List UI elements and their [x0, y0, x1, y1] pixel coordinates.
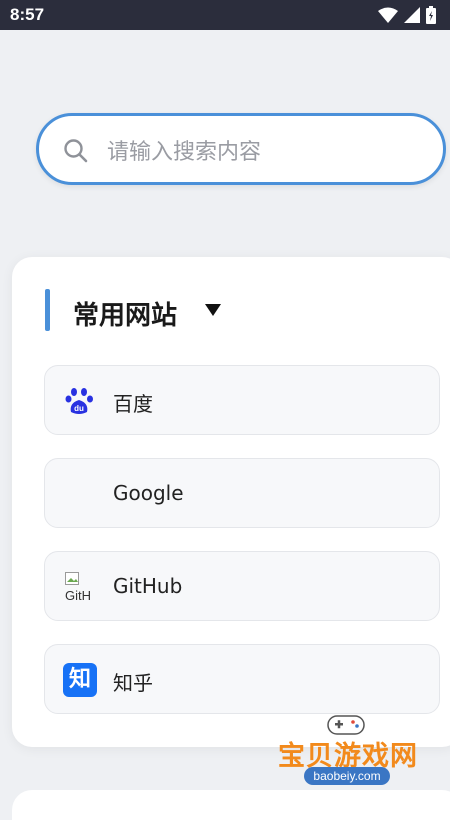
- baidu-paw-icon: du: [65, 388, 93, 414]
- zhihu-icon: 知: [63, 663, 97, 697]
- wifi-icon: [378, 7, 398, 23]
- battery-icon: [426, 6, 436, 24]
- status-time: 8:57: [10, 5, 45, 24]
- site-label: 知乎: [113, 671, 153, 695]
- site-item-zhihu[interactable]: 知 知乎: [44, 644, 440, 714]
- search-box[interactable]: [36, 113, 446, 185]
- site-item-baidu[interactable]: du 百度: [44, 365, 440, 435]
- search-input[interactable]: [105, 134, 429, 170]
- section-accent-bar: [45, 289, 50, 331]
- watermark-url: baobeiy.com: [304, 767, 390, 785]
- zhihu-icon-text: 知: [68, 667, 91, 692]
- watermark: 宝贝游戏网 baobeiy.com: [272, 712, 422, 800]
- status-bar: 8:57: [0, 0, 450, 30]
- broken-image-icon: GitH: [65, 572, 95, 602]
- site-item-google[interactable]: Google: [44, 458, 440, 528]
- search-icon: [64, 139, 88, 163]
- site-label: 百度: [113, 392, 153, 416]
- site-item-github[interactable]: GitH GitHub: [44, 551, 440, 621]
- gamepad-icon: [327, 715, 365, 735]
- site-label: GitHub: [113, 574, 183, 598]
- svg-text:du: du: [74, 404, 84, 413]
- status-icons: [378, 6, 436, 24]
- site-label: Google: [113, 481, 184, 505]
- triangle-down-icon[interactable]: [204, 303, 222, 317]
- section-title: 常用网站: [73, 301, 178, 331]
- favorites-card: 常用网站 du 百度 Google GitH GitHub 知 知乎: [12, 257, 450, 747]
- signal-icon: [404, 7, 420, 23]
- broken-image-alt-text: GitH: [65, 588, 91, 602]
